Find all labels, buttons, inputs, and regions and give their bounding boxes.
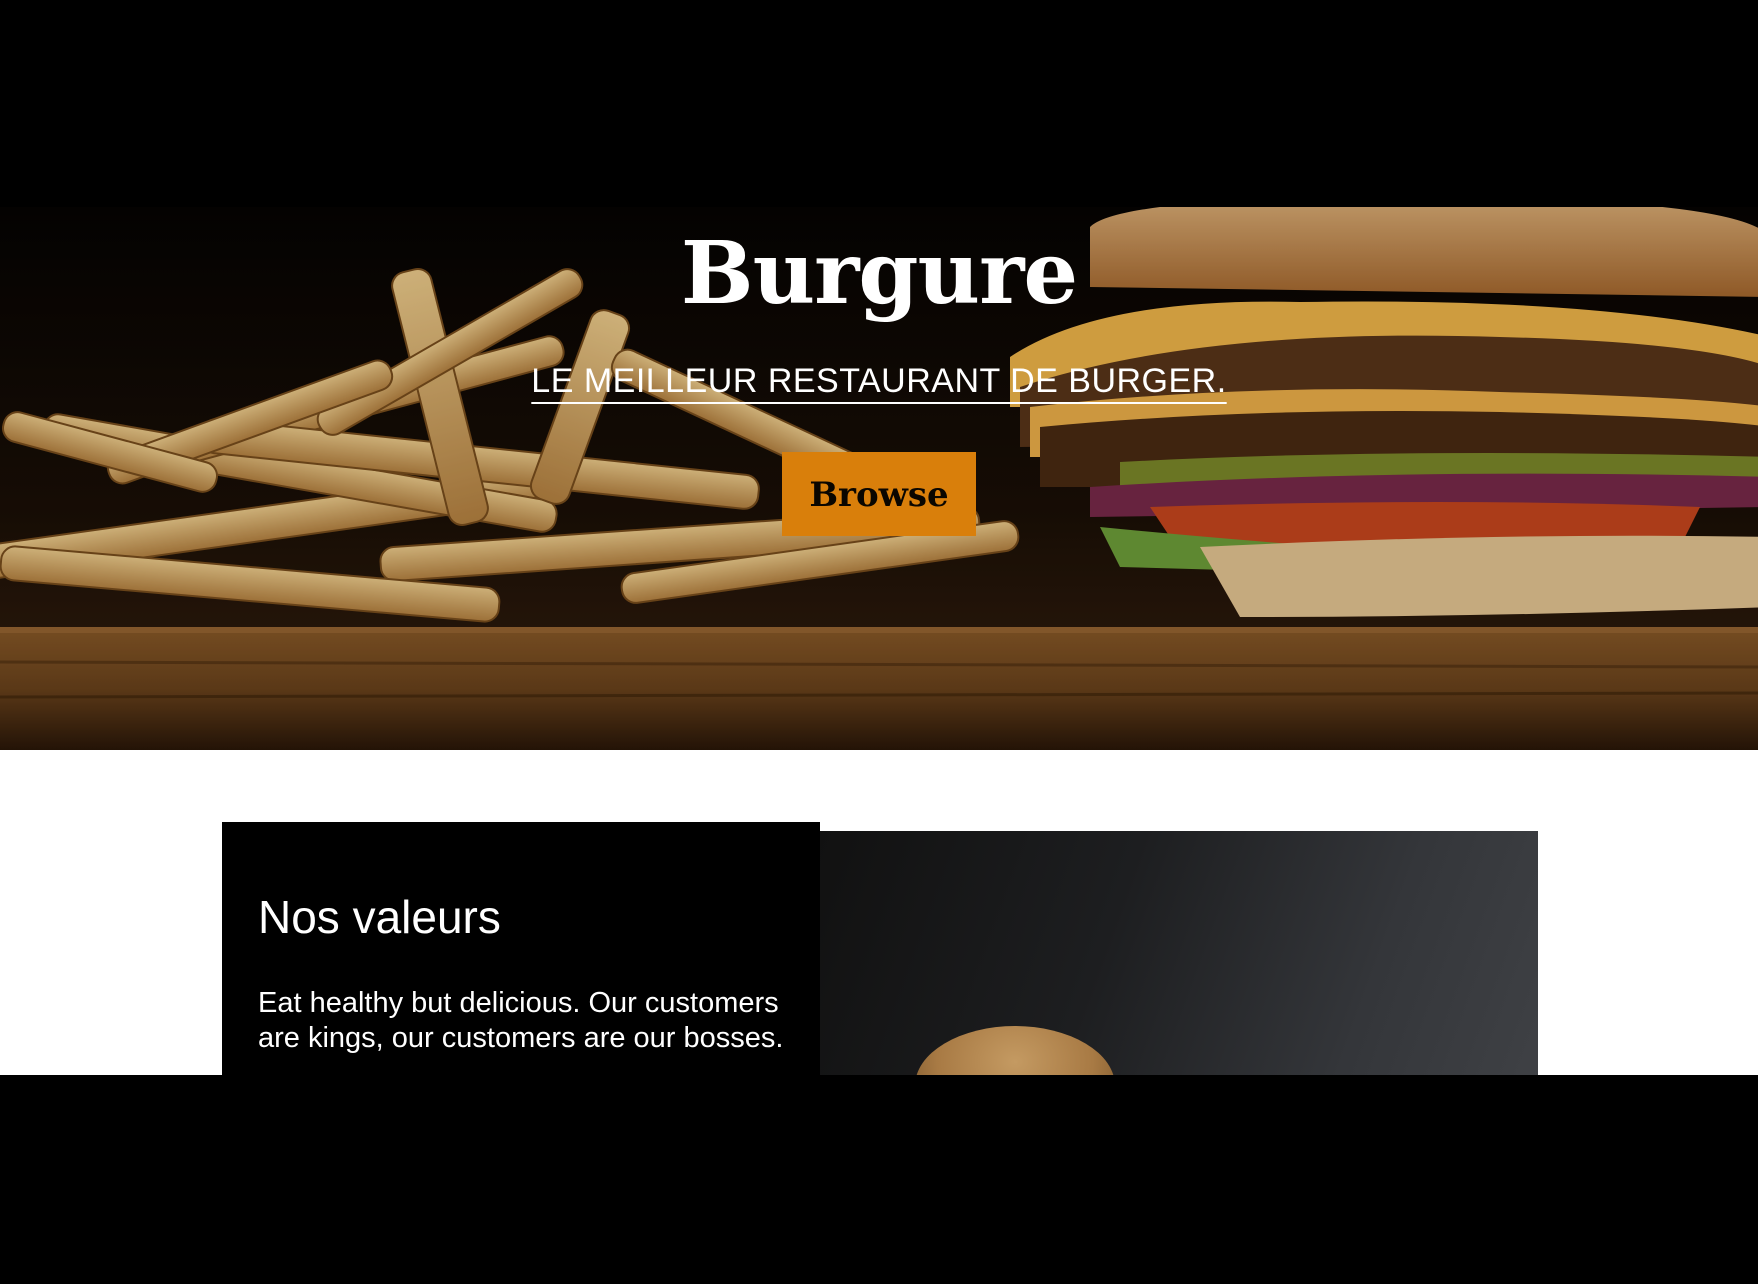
hero-subtitle-text: LE MEILLEUR RESTAURANT DE BURGER. [531, 362, 1227, 400]
hero-subtitle: LE MEILLEUR RESTAURANT DE BURGER. [0, 362, 1758, 401]
burger-bun-image [915, 1026, 1115, 1075]
browse-button[interactable]: Browse [782, 452, 976, 536]
page: Burgure LE MEILLEUR RESTAURANT DE BURGER… [0, 0, 1758, 1284]
browser-viewport: Burgure LE MEILLEUR RESTAURANT DE BURGER… [0, 207, 1758, 1075]
values-burger-photo [820, 831, 1538, 1075]
values-section: Nos valeurs Eat healthy but delicious. O… [222, 822, 1538, 1075]
hero-title: Burgure [680, 223, 1078, 324]
values-heading: Nos valeurs [258, 891, 501, 943]
values-text: Eat healthy but delicious. Our customers… [258, 987, 784, 1054]
values-card: Nos valeurs Eat healthy but delicious. O… [222, 822, 820, 1075]
hero-banner: Burgure LE MEILLEUR RESTAURANT DE BURGER… [0, 207, 1758, 750]
